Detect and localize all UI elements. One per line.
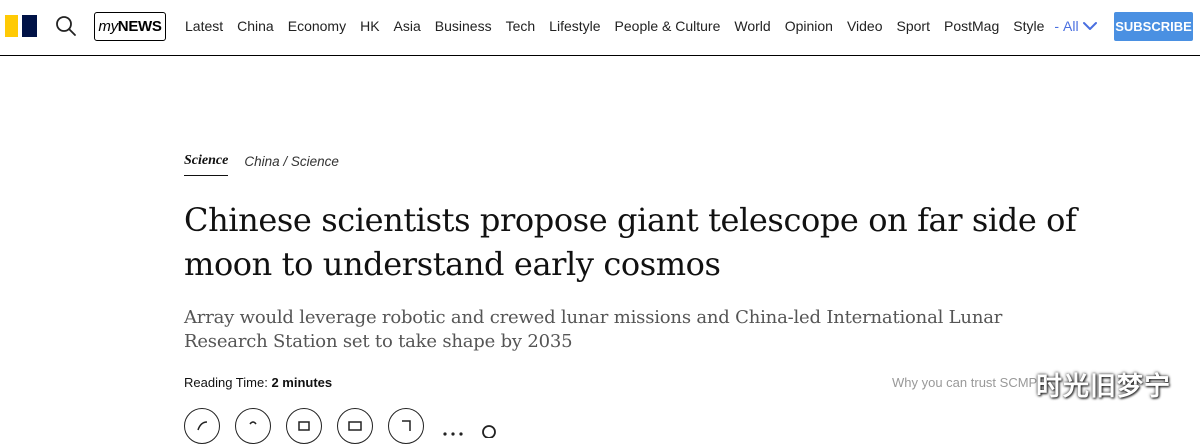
mynews-news-label: NEWS	[117, 18, 162, 35]
email-button[interactable]	[337, 408, 373, 444]
trust-link[interactable]: Why you can trust SCMP	[892, 375, 1037, 390]
bookmark-icon	[402, 420, 411, 431]
nav-item-people-culture[interactable]: People & Culture	[615, 18, 721, 34]
logo-navy-bar	[22, 15, 37, 37]
section-tag-science[interactable]: Science	[184, 153, 229, 176]
email-icon	[348, 421, 362, 431]
nav-item-postmag[interactable]: PostMag	[944, 18, 999, 34]
print-button[interactable]	[286, 408, 322, 444]
nav-item-economy[interactable]: Economy	[288, 18, 346, 34]
scmp-logo[interactable]	[5, 15, 37, 37]
subscribe-button[interactable]: SUBSCRIBE	[1114, 12, 1193, 41]
nav-item-sport[interactable]: Sport	[897, 18, 930, 34]
breadcrumb-science[interactable]: Science	[291, 154, 339, 169]
share-toolbar	[184, 408, 499, 444]
chevron-down-icon	[1082, 22, 1097, 30]
nav-item-asia[interactable]: Asia	[394, 18, 421, 34]
more-options[interactable]	[439, 418, 499, 438]
section-tags: Science China / Science	[184, 153, 339, 176]
bookmark-button[interactable]	[388, 408, 424, 444]
nav-item-china[interactable]: China	[237, 18, 274, 34]
reading-time-value: 2 minutes	[271, 375, 333, 390]
share-button[interactable]	[184, 408, 220, 444]
site-header: my NEWS Latest China Economy HK Asia Busi…	[0, 0, 1200, 56]
breadcrumb-china[interactable]: China	[244, 154, 279, 169]
share-icon	[197, 421, 208, 431]
breadcrumb-separator: /	[283, 154, 288, 169]
main-nav: Latest China Economy HK Asia Business Te…	[185, 0, 1097, 52]
article-subheadline: Array would leverage robotic and crewed …	[184, 307, 1003, 352]
comment-icon	[249, 421, 257, 425]
nav-all-dropdown[interactable]: - All	[1054, 18, 1097, 34]
print-icon	[298, 421, 310, 431]
nav-item-business[interactable]: Business	[435, 18, 492, 34]
reading-time-label: Reading Time:	[184, 375, 268, 390]
nav-item-latest[interactable]: Latest	[185, 18, 223, 34]
reading-time: Reading Time: 2 minutes	[184, 375, 332, 390]
more-dots-icon	[443, 425, 496, 438]
nav-item-hk[interactable]: HK	[360, 18, 379, 34]
nav-item-lifestyle[interactable]: Lifestyle	[549, 18, 600, 34]
logo-yellow-bar	[5, 15, 18, 37]
article-headline: Chinese scientists propose giant telesco…	[184, 201, 1077, 283]
search-button[interactable]	[53, 13, 79, 39]
nav-item-opinion[interactable]: Opinion	[785, 18, 833, 34]
watermark-text: 时光旧梦宁	[1036, 372, 1172, 402]
nav-item-tech[interactable]: Tech	[506, 18, 536, 34]
nav-item-style[interactable]: Style	[1013, 18, 1044, 34]
nav-all-label: All	[1063, 18, 1079, 34]
mynews-button[interactable]: my NEWS	[94, 12, 166, 41]
nav-all-dash: -	[1054, 18, 1060, 34]
mynews-my-label: my	[98, 18, 118, 35]
nav-item-video[interactable]: Video	[847, 18, 883, 34]
comment-button[interactable]	[235, 408, 271, 444]
nav-item-world[interactable]: World	[734, 18, 770, 34]
search-icon	[56, 16, 76, 36]
section-breadcrumb: China / Science	[244, 153, 339, 169]
